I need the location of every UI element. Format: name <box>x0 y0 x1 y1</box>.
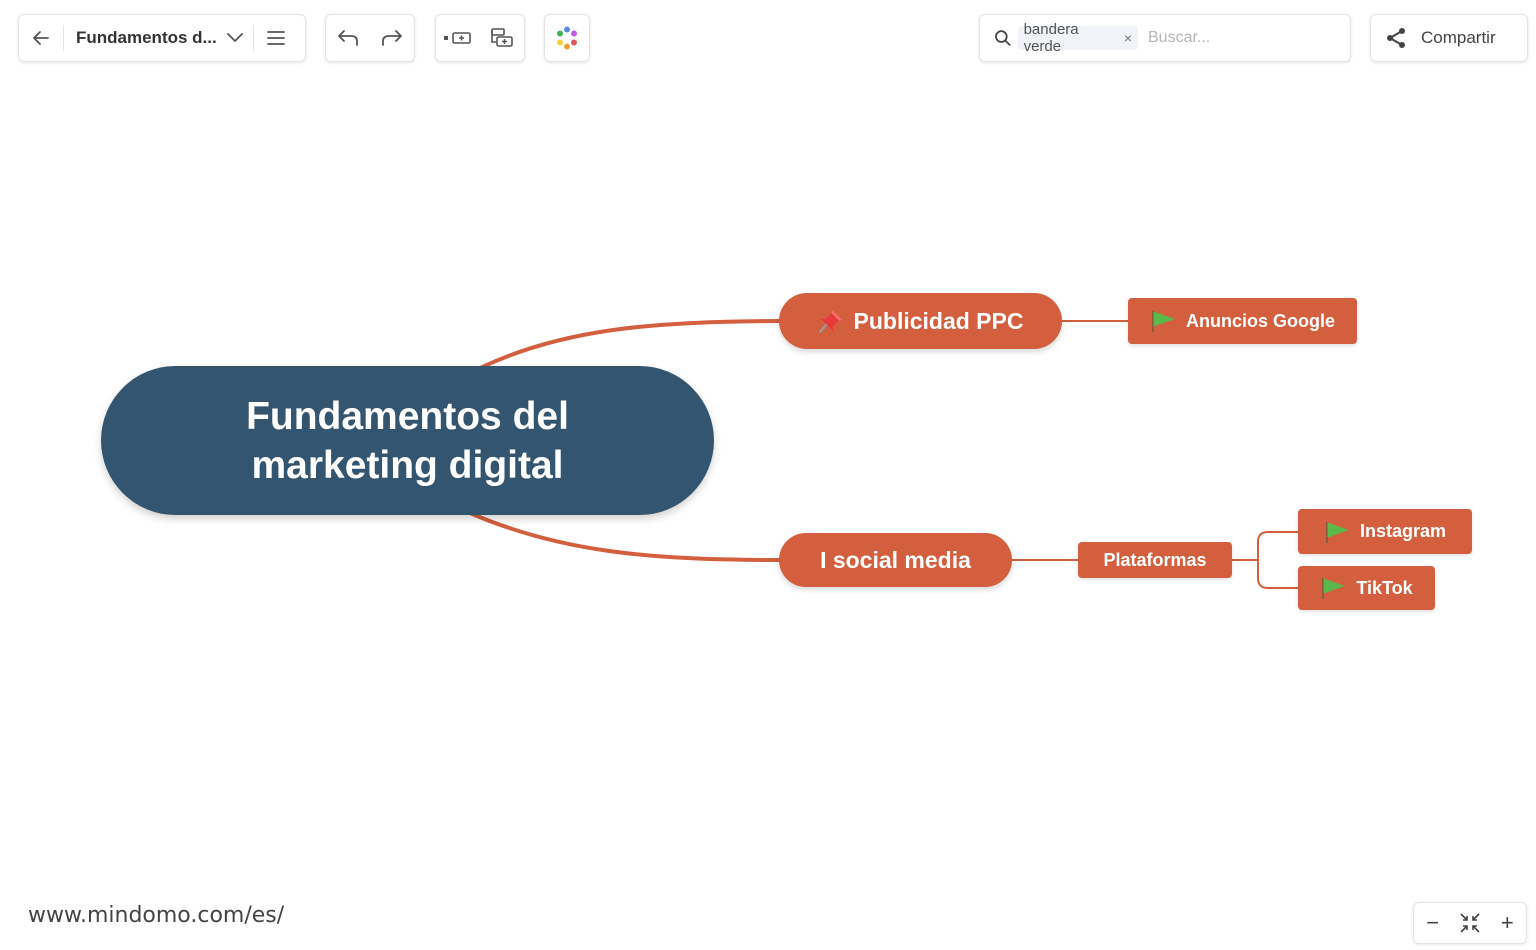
back-arrow-icon <box>33 31 49 45</box>
undo-icon <box>338 30 358 46</box>
theme-panel <box>544 14 590 62</box>
search-bar: bandera verde × <box>979 14 1351 62</box>
search-input[interactable] <box>1146 28 1350 48</box>
collapse-arrows-icon <box>1460 913 1480 933</box>
topic-label: I social media <box>820 546 971 573</box>
topic-label: Anuncios Google <box>1185 310 1335 331</box>
topic-label: TikTok <box>1356 577 1413 598</box>
zoom-out-button[interactable]: − <box>1417 903 1449 943</box>
connector-plataformas-tiktok <box>1257 560 1298 589</box>
insert-panel <box>435 14 525 62</box>
add-sibling-topic-icon <box>444 32 471 44</box>
hamburger-menu-icon <box>266 31 285 45</box>
theme-colors-button[interactable] <box>545 15 589 61</box>
redo-button[interactable] <box>370 15 414 61</box>
color-wheel-icon <box>557 26 577 50</box>
central-topic[interactable]: Fundamentos del marketing digital <box>101 366 714 515</box>
green-flag-icon <box>1322 578 1346 599</box>
green-flag-icon <box>1152 311 1175 332</box>
share-label: Compartir <box>1421 28 1496 47</box>
chevron-down-icon <box>226 33 243 42</box>
back-button[interactable] <box>19 15 63 61</box>
add-subtopic-icon <box>491 28 513 47</box>
undo-button[interactable] <box>326 15 370 61</box>
topic-publicidad-ppc[interactable]: Publicidad PPC <box>779 293 1062 349</box>
zoom-in-button[interactable]: + <box>1491 903 1523 943</box>
search-icon <box>995 30 1011 46</box>
central-topic-line-2: marketing digital <box>251 443 564 487</box>
add-subtopic-button[interactable] <box>480 15 524 61</box>
add-sibling-topic-button[interactable] <box>436 15 480 61</box>
remove-chip-icon[interactable]: × <box>1124 30 1132 46</box>
share-button[interactable]: Compartir <box>1370 14 1528 62</box>
connector-root-ppc <box>479 319 781 370</box>
fit-to-screen-button[interactable] <box>1454 912 1486 934</box>
document-title: Fundamentos d... <box>76 28 217 47</box>
nav-panel: Fundamentos d... <box>18 14 306 62</box>
topic-label: Plataformas <box>1103 549 1207 570</box>
connector-plataformas-instagram <box>1232 531 1298 561</box>
topic-tiktok[interactable]: TikTok <box>1298 566 1435 610</box>
document-title-dropdown[interactable]: Fundamentos d... <box>64 15 253 61</box>
search-chip-label: bandera verde <box>1023 21 1079 55</box>
topic-social-media[interactable]: I social media <box>779 533 1012 587</box>
topic-anuncios-google[interactable]: Anuncios Google <box>1128 298 1357 344</box>
share-icon <box>1387 28 1405 48</box>
history-panel <box>325 14 415 62</box>
topic-plataformas[interactable]: Plataformas <box>1078 542 1232 578</box>
menu-button[interactable] <box>254 15 298 61</box>
green-flag-icon <box>1326 521 1349 543</box>
topic-instagram[interactable]: Instagram <box>1298 509 1472 554</box>
central-topic-line-1: Fundamentos del <box>246 394 569 438</box>
redo-icon <box>382 30 402 46</box>
search-filter-chip[interactable]: bandera verde × <box>1017 21 1138 55</box>
pin-icon <box>818 310 842 334</box>
topic-label: Publicidad PPC <box>853 307 1024 334</box>
footer-url: www.mindomo.com/es/ <box>28 903 285 928</box>
zoom-controls: − + <box>1413 902 1527 944</box>
topic-label: Instagram <box>1359 521 1447 541</box>
connector-root-social <box>469 511 781 562</box>
